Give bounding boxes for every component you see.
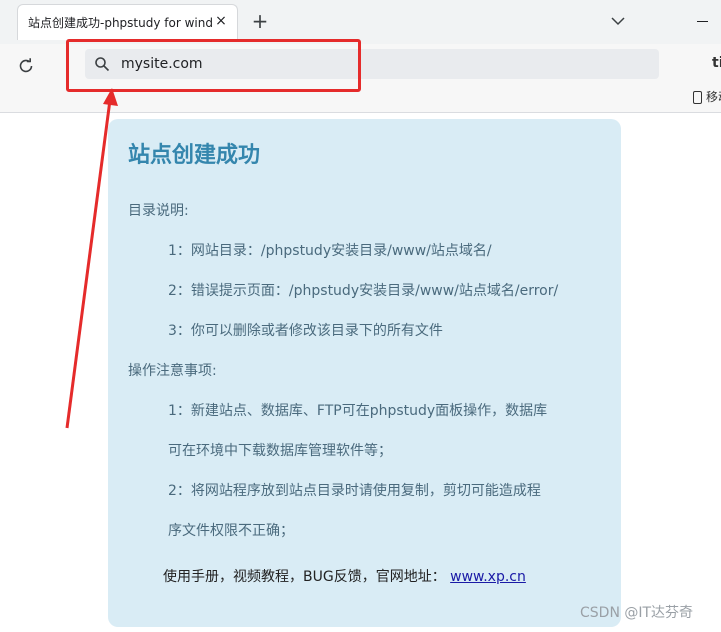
dir-item: 2：错误提示页面：/phpstudy安装目录/www/站点域名/error/ [168, 283, 559, 299]
footer-line: 使用手册，视频教程，BUG反馈，官网地址： www.xp.cn [163, 567, 526, 587]
footer-text: 使用手册，视频教程，BUG反馈，官网地址： [163, 569, 446, 585]
dir-item: 3：你可以删除或者修改该目录下的所有文件 [168, 323, 443, 339]
ops-line: 2：将网站程序放到站点目录时请使用复制，剪切可能造成程 [168, 483, 541, 499]
dir-title: 目录说明: [128, 203, 189, 219]
ops-line: 1：新建站点、数据库、FTP可在phpstudy面板操作，数据库 [168, 403, 548, 419]
ops-title: 操作注意事项: [128, 363, 217, 379]
ops-line: 可在环境中下载数据库管理软件等； [168, 443, 392, 459]
ops-line: 序文件权限不正确； [168, 523, 294, 539]
page-title: 站点创建成功 [128, 143, 261, 168]
official-site-link[interactable]: www.xp.cn [450, 569, 526, 585]
watermark: CSDN @IT达芬奇 [580, 605, 694, 621]
dir-item: 1：网站目录：/phpstudy安装目录/www/站点域名/ [168, 243, 492, 259]
content-card: 站点创建成功 目录说明: 1：网站目录：/phpstudy安装目录/www/站点… [108, 119, 621, 627]
